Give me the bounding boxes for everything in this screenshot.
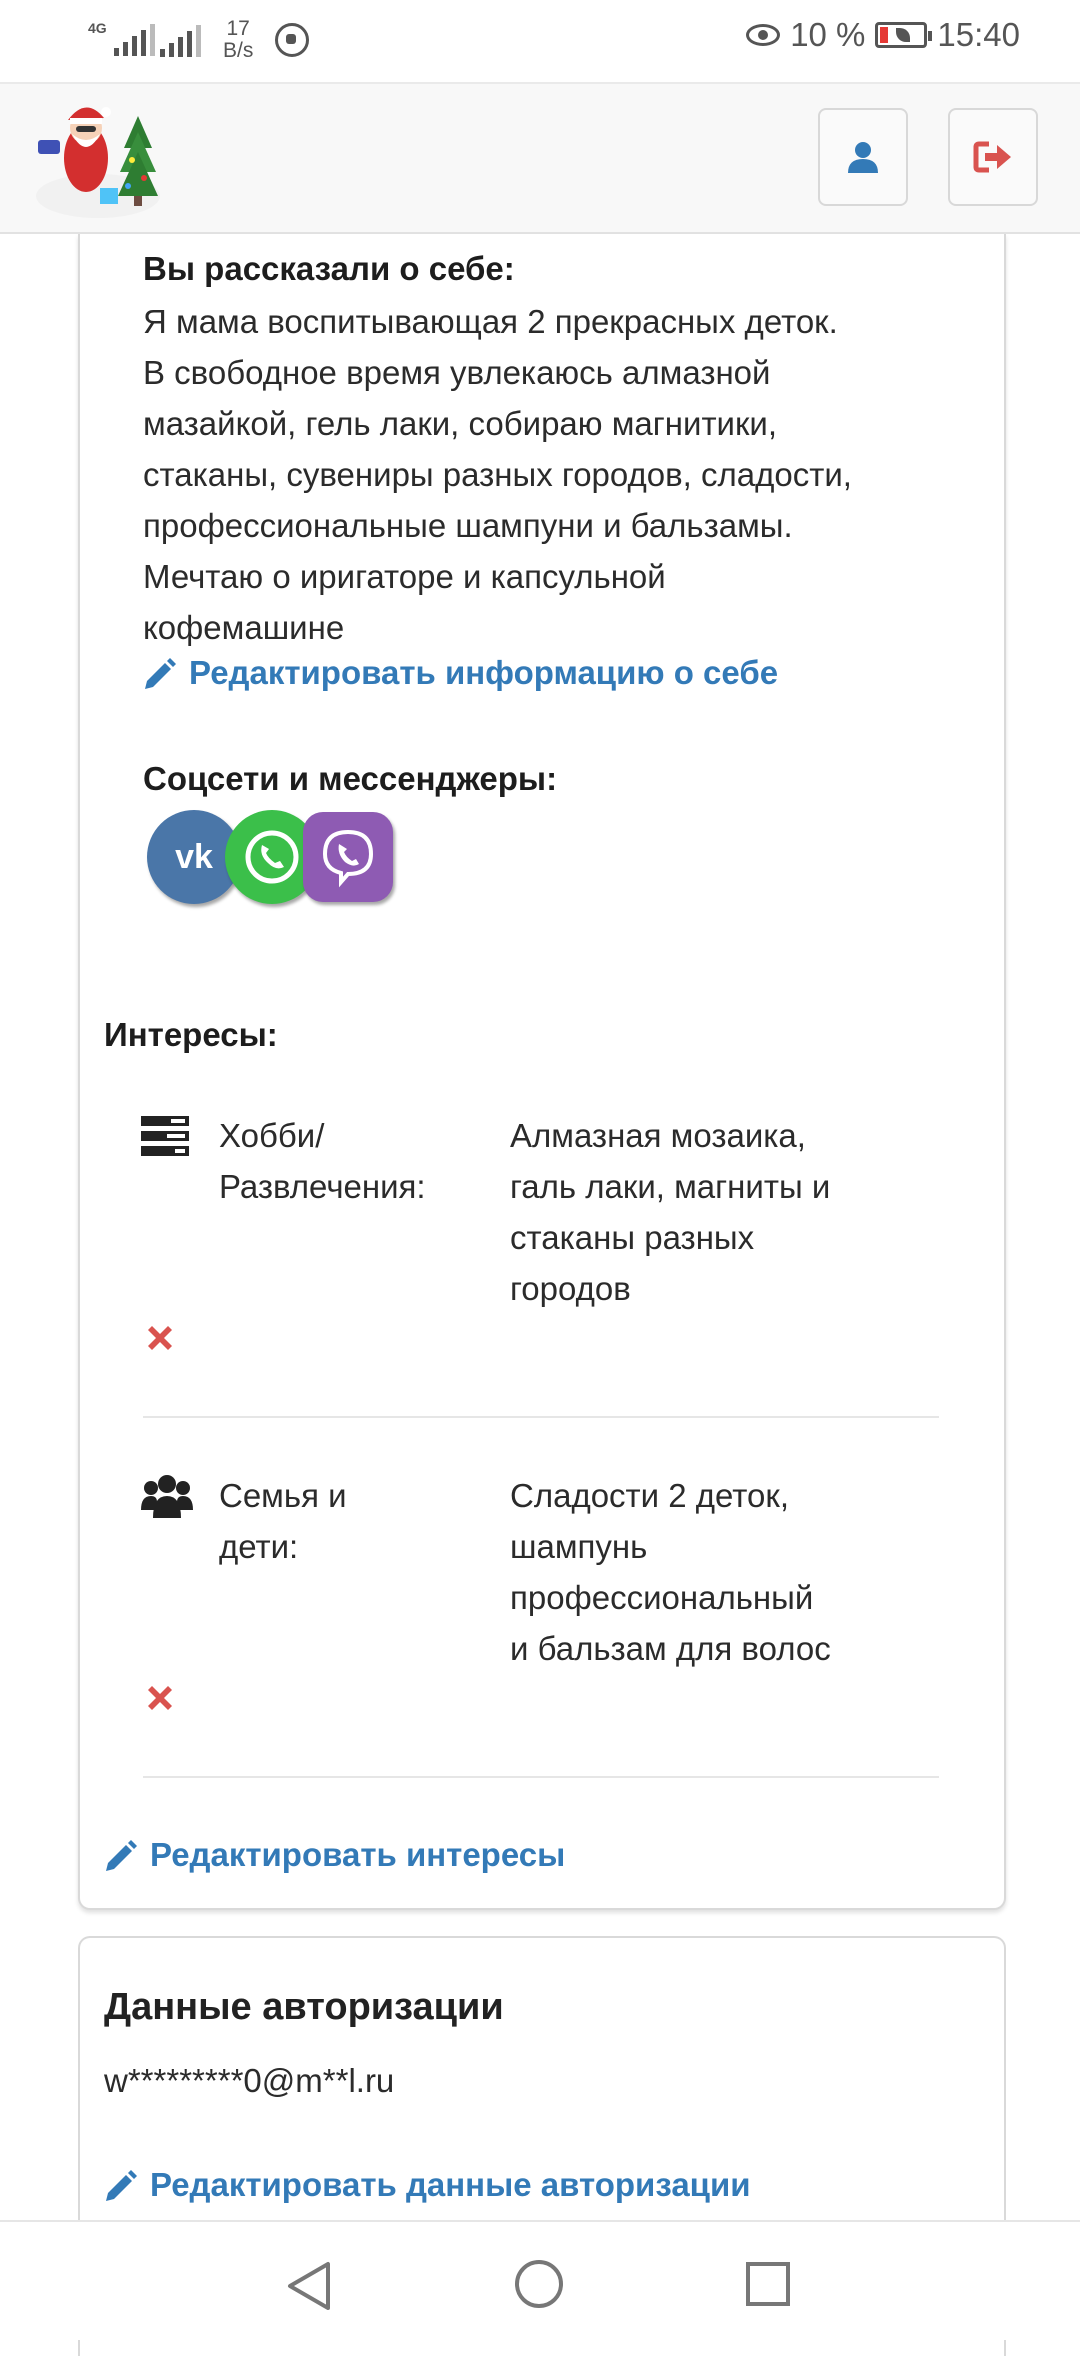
mobile-network-indicator: 4G bbox=[88, 20, 155, 60]
viber-icon[interactable] bbox=[303, 812, 393, 902]
about-line: кофемашине bbox=[143, 609, 345, 646]
interest-label-line: дети: bbox=[219, 1528, 299, 1565]
about-line: мазайкой, гель лаки, собираю магнитики, bbox=[143, 405, 778, 442]
row-divider bbox=[143, 1416, 939, 1418]
interest-value-line: шампунь bbox=[510, 1528, 648, 1565]
signal-strength-icon-2 bbox=[160, 23, 201, 57]
edit-interests-label: Редактировать интересы bbox=[150, 1836, 566, 1873]
interest-value-line: стаканы разных bbox=[510, 1219, 755, 1256]
eye-comfort-icon bbox=[746, 24, 781, 46]
interest-value-line: Алмазная мозаика, bbox=[510, 1117, 806, 1154]
auth-title: Данные авторизации bbox=[104, 1986, 504, 2028]
about-line: Я мама воспитывающая 2 прекрасных деток. bbox=[143, 303, 838, 340]
tasks-icon bbox=[141, 1116, 189, 1156]
viber-glyph bbox=[322, 829, 374, 888]
app-header bbox=[0, 82, 1080, 234]
delete-icon[interactable] bbox=[144, 1322, 176, 1354]
signal-strength-icon bbox=[114, 24, 155, 56]
network-type-label: 4G bbox=[88, 20, 107, 36]
whatsapp-notification-icon bbox=[275, 23, 310, 57]
social-title: Соцсети и мессенджеры: bbox=[143, 760, 558, 797]
about-line: Мечтаю о иригаторе и капсульной bbox=[143, 558, 666, 595]
recents-icon[interactable] bbox=[746, 2262, 790, 2306]
delete-icon[interactable] bbox=[144, 1682, 176, 1714]
interest-label-line: Развлечения: bbox=[219, 1168, 426, 1205]
interest-value: Сладости 2 деток, шампунь профессиональн… bbox=[510, 1470, 930, 1674]
sign-out-icon bbox=[973, 141, 1011, 173]
interest-value-line: профессиональный bbox=[510, 1579, 814, 1616]
clock-time: 15:40 bbox=[937, 16, 1020, 53]
interest-value-line: и бальзам для волос bbox=[510, 1630, 831, 1667]
speed-unit: B/s bbox=[223, 39, 254, 62]
phone-glyph bbox=[245, 830, 299, 884]
social-icons: vk bbox=[147, 810, 407, 910]
about-title: Вы рассказали о себе: bbox=[143, 250, 515, 287]
profile-button[interactable] bbox=[818, 108, 908, 206]
battery-percent: 10 % bbox=[790, 16, 866, 53]
edit-interests-link[interactable]: Редактировать интересы bbox=[102, 1836, 565, 1874]
interest-value: Алмазная мозаика, галь лаки, магниты и с… bbox=[510, 1110, 930, 1314]
about-line: В свободное время увлекаюсь алмазной bbox=[143, 354, 771, 391]
users-icon bbox=[141, 1475, 193, 1518]
edit-auth-label: Редактировать данные авторизации bbox=[150, 2166, 751, 2203]
network-speed: 17 B/s bbox=[223, 18, 253, 62]
about-text: Я мама воспитывающая 2 прекрасных деток.… bbox=[143, 296, 943, 653]
interests-title: Интересы: bbox=[104, 1016, 278, 1053]
back-icon[interactable] bbox=[286, 2260, 334, 2312]
home-icon[interactable] bbox=[515, 2260, 563, 2308]
battery-icon bbox=[875, 22, 933, 48]
edit-auth-link[interactable]: Редактировать данные авторизации bbox=[102, 2166, 751, 2204]
vk-logo-text: vk bbox=[175, 837, 213, 876]
user-icon bbox=[848, 142, 878, 173]
edit-about-link[interactable]: Редактировать информацию о себе bbox=[141, 654, 778, 692]
logout-button[interactable] bbox=[948, 108, 1038, 206]
interest-value-line: городов bbox=[510, 1270, 631, 1307]
pencil-icon bbox=[145, 658, 176, 689]
interest-label-line: Семья и bbox=[219, 1477, 347, 1514]
interest-value-line: Сладости 2 деток, bbox=[510, 1477, 790, 1514]
edit-about-label: Редактировать информацию о себе bbox=[189, 654, 779, 691]
interest-label: Хобби/ Развлечения: bbox=[219, 1110, 479, 1212]
speed-value: 17 bbox=[226, 17, 250, 40]
row-divider bbox=[143, 1776, 939, 1778]
pencil-icon bbox=[106, 1840, 137, 1871]
status-bar: 4G 17 B/s 10 % 15:40 bbox=[0, 0, 1080, 82]
interest-label: Семья и дети: bbox=[219, 1470, 479, 1572]
about-line: профессиональные шампуни и бальзамы. bbox=[143, 507, 793, 544]
auth-email: w*********0@m**l.ru bbox=[104, 2062, 395, 2099]
santa-logo[interactable] bbox=[28, 96, 178, 222]
interest-label-line: Хобби/ bbox=[219, 1117, 325, 1154]
system-nav-bar bbox=[0, 2220, 1080, 2340]
about-line: стаканы, сувениры разных городов, сладос… bbox=[143, 456, 852, 493]
pencil-icon bbox=[106, 2170, 137, 2201]
interest-value-line: галь лаки, магниты и bbox=[510, 1168, 831, 1205]
